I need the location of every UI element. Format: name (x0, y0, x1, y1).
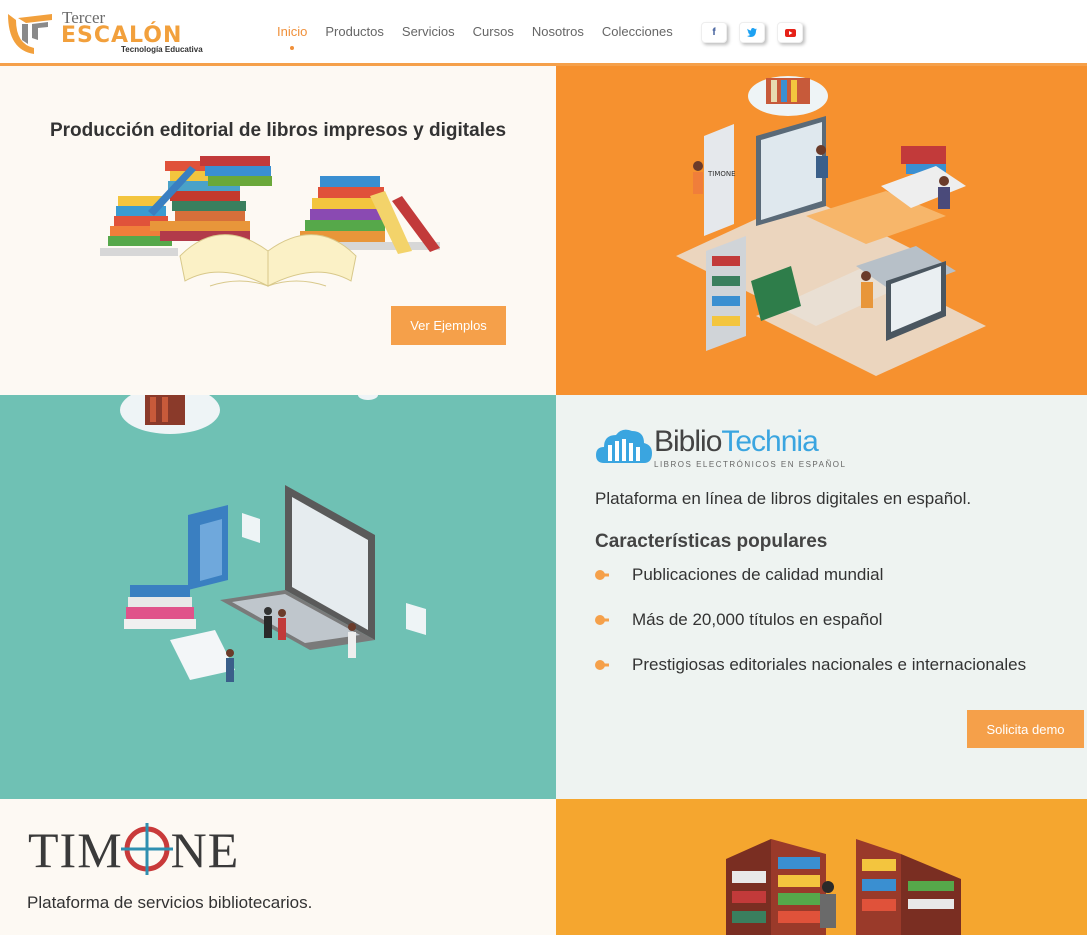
cloud-books-icon (596, 429, 652, 463)
section-bibliotechnia: BiblioTechnia LIBROS ELECTRÓNICOS EN ESP… (556, 395, 1087, 799)
features-heading: Características populares (595, 531, 828, 552)
timone-logo-right: NE (170, 822, 240, 878)
compass-o-icon (120, 823, 173, 875)
tercer-escalon-logo[interactable]: Tercer ESCALÓN Tecnología Educativa (4, 8, 204, 58)
nav-item-productos[interactable]: Productos (325, 24, 384, 39)
bibliotechnia-tagline: LIBROS ELECTRÓNICOS EN ESPAÑOL (654, 460, 847, 469)
timone-lead: Plataforma de servicios bibliotecarios. (27, 893, 313, 912)
section-illustration-laptop (0, 395, 556, 799)
key-bullet-icon (595, 615, 609, 625)
laptop-illustration (120, 395, 426, 682)
key-bullet-icon (595, 570, 609, 580)
logo-mark-icon (8, 14, 52, 54)
nav-item-nosotros[interactable]: Nosotros (532, 24, 584, 39)
facebook-icon[interactable]: f (701, 22, 727, 43)
solicita-demo-button[interactable]: Solicita demo (967, 710, 1084, 748)
site-header: Tercer ESCALÓN Tecnología Educativa Inic… (0, 0, 1087, 66)
bibliotechnia-wordmark: BiblioTechnia (654, 425, 819, 459)
timone-logo-left: TIM (28, 822, 123, 878)
social-links: f (701, 22, 815, 43)
nav-item-colecciones[interactable]: Colecciones (602, 24, 673, 39)
section-illustration-platform: TIMONE (556, 66, 1087, 395)
books-illustration (100, 156, 440, 287)
youtube-icon[interactable] (777, 22, 803, 43)
feature-item: Prestigiosas editoriales nacionales e in… (595, 655, 1026, 675)
twitter-icon[interactable] (739, 22, 765, 43)
ver-ejemplos-button[interactable]: Ver Ejemplos (391, 306, 506, 345)
feature-item: Más de 20,000 títulos en español (595, 610, 882, 630)
section-timone: TIM NE Plataforma de servicios bibliotec… (0, 799, 556, 935)
timone-logo: TIM NE (28, 821, 239, 879)
bibliotechnia-wordmark-biblio: Biblio (654, 425, 722, 458)
feature-item: Publicaciones de calidad mundial (595, 565, 883, 585)
feature-text: Más de 20,000 títulos en español (632, 610, 883, 629)
tablet-screen-text: TIMONE (707, 170, 736, 178)
feature-text: Publicaciones de calidad mundial (632, 565, 884, 584)
logo-tagline: Tecnología Educativa (121, 45, 203, 54)
bookshelves-illustration (726, 839, 961, 935)
main-nav: Inicio Productos Servicios Cursos Nosotr… (277, 24, 691, 39)
feature-text: Prestigiosas editoriales nacionales e in… (632, 655, 1027, 674)
key-bullet-icon (595, 660, 609, 670)
nav-item-inicio[interactable]: Inicio (277, 24, 307, 39)
section-illustration-bookshelves (556, 799, 1087, 935)
nav-item-servicios[interactable]: Servicios (402, 24, 455, 39)
section-editorial: Producción editorial de libros impresos … (0, 66, 556, 395)
nav-item-cursos[interactable]: Cursos (473, 24, 514, 39)
bibliotechnia-lead: Plataforma en línea de libros digitales … (595, 489, 972, 508)
editorial-title: Producción editorial de libros impresos … (49, 120, 507, 141)
isometric-library-illustration: TIMONE (676, 76, 986, 376)
bibliotechnia-wordmark-technia: Technia (721, 425, 818, 458)
